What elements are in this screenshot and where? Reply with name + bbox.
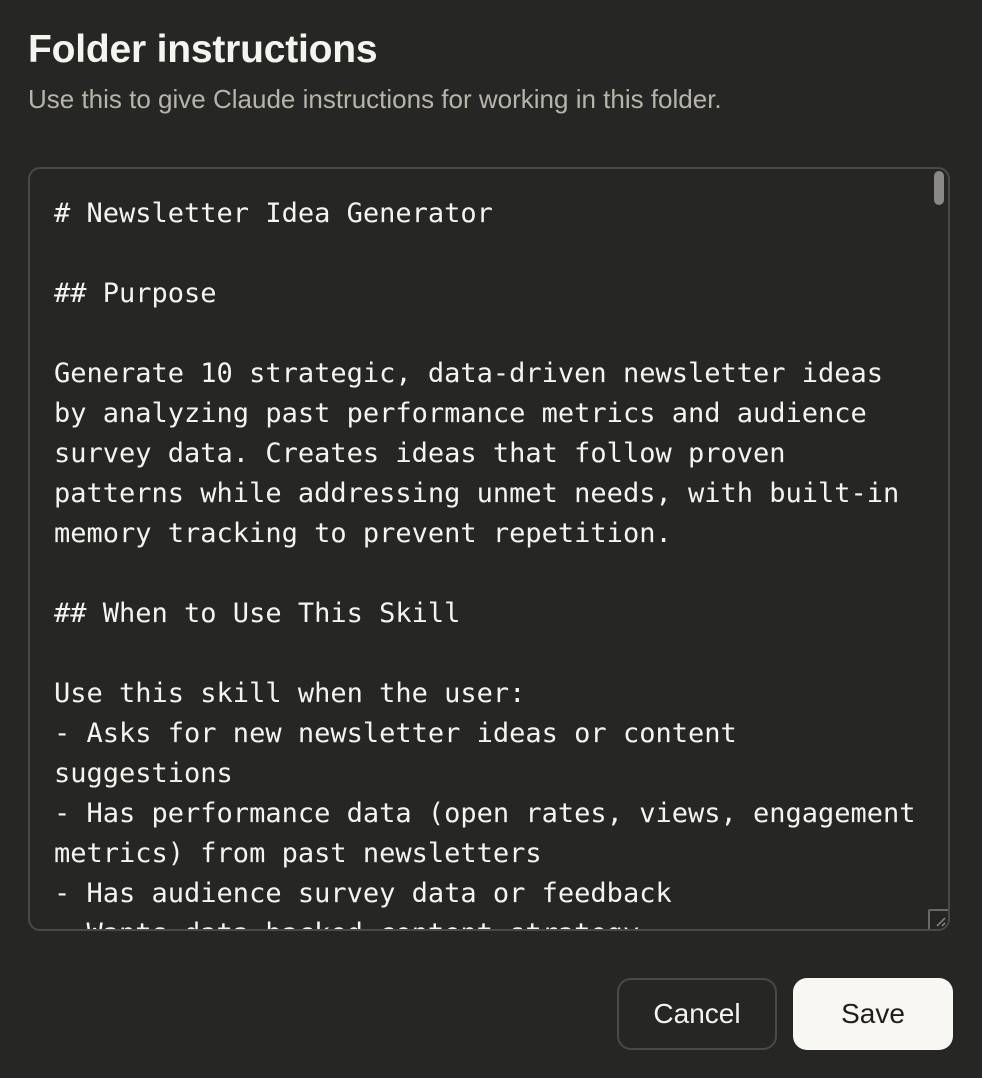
folder-instructions-dialog: Folder instructions Use this to give Cla… — [0, 0, 982, 1078]
instructions-textarea[interactable]: # Newsletter Idea Generator ## Purpose G… — [28, 167, 950, 931]
instructions-text[interactable]: # Newsletter Idea Generator ## Purpose G… — [54, 194, 924, 929]
dialog-title: Folder instructions — [28, 28, 378, 71]
resize-grip-icon — [936, 917, 946, 927]
dialog-subtitle: Use this to give Claude instructions for… — [28, 84, 722, 114]
scrollbar-thumb[interactable] — [934, 171, 944, 205]
save-button[interactable]: Save — [793, 978, 953, 1050]
resize-handle-icon[interactable] — [928, 909, 948, 929]
cancel-button[interactable]: Cancel — [617, 978, 777, 1050]
